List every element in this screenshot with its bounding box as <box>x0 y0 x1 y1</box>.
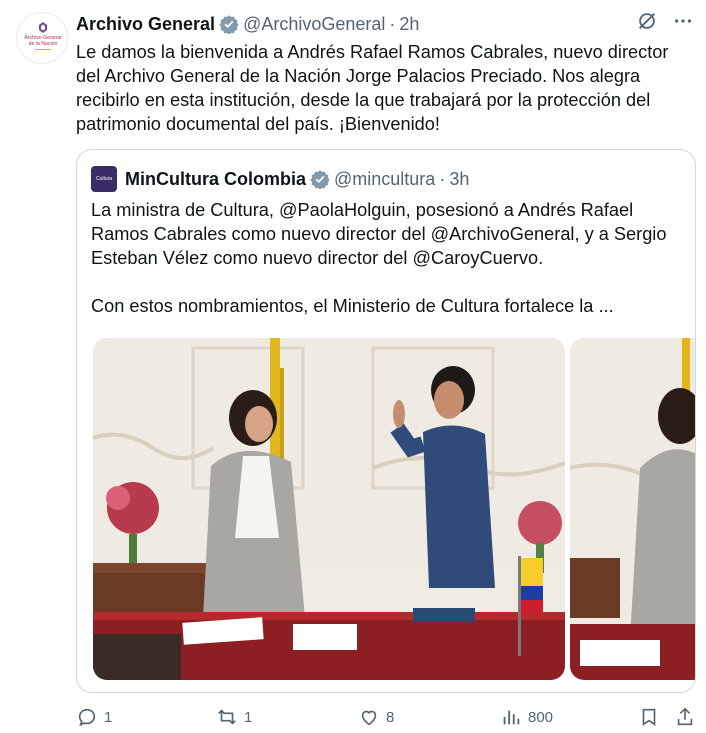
header-icons <box>636 10 694 32</box>
grok-icon[interactable] <box>636 10 658 32</box>
author-handle[interactable]: @ArchivoGeneral <box>243 14 385 35</box>
reply-icon <box>78 708 96 727</box>
author-avatar[interactable]: Archivo General de la Nación <box>16 12 68 64</box>
views-chart-icon <box>503 710 520 725</box>
quoted-header: Cultura MinCultura Colombia @mincultura … <box>91 166 469 192</box>
author-name[interactable]: Archivo General <box>76 14 215 35</box>
archivo-logo-icon: Archivo General de la Nación <box>24 22 62 50</box>
quoted-photo-main[interactable] <box>93 338 565 680</box>
tweet-text: Le damos la bienvenida a Andrés Rafael R… <box>76 42 669 134</box>
quoted-paragraph-2: Con estos nombramientos, el Ministerio d… <box>91 296 614 316</box>
reply-button[interactable]: 1 <box>76 706 112 728</box>
quoted-verified-badge-icon <box>310 170 330 189</box>
heart-icon <box>361 710 377 726</box>
share-button[interactable] <box>674 706 696 728</box>
like-button[interactable]: 8 <box>358 706 394 728</box>
quoted-tweet[interactable]: Cultura MinCultura Colombia @mincultura … <box>76 149 696 693</box>
repost-icon <box>218 709 236 725</box>
quoted-paragraph-1: La ministra de Cultura, @PaolaHolguin, p… <box>91 200 667 268</box>
tweet[interactable]: Archivo General de la Nación Archivo Gen… <box>0 0 706 733</box>
views-count: 800 <box>528 708 554 726</box>
swearing-in-photo <box>93 338 565 680</box>
verified-badge-icon <box>219 15 239 34</box>
views-button[interactable]: 800 <box>500 706 553 728</box>
tweet-time[interactable]: 2h <box>399 14 419 35</box>
share-icon <box>677 707 693 726</box>
reply-count: 1 <box>104 708 113 726</box>
quoted-time[interactable]: 3h <box>449 169 469 190</box>
tweet-header: Archivo General @ArchivoGeneral · 2h <box>76 12 694 36</box>
bookmark-button[interactable] <box>638 706 660 728</box>
quoted-separator-dot: · <box>439 168 446 189</box>
more-options-icon[interactable] <box>672 10 694 32</box>
quoted-avatar[interactable]: Cultura <box>91 166 117 192</box>
quoted-avatar-label: Cultura <box>95 176 113 182</box>
separator-dot: · <box>389 13 396 34</box>
quoted-text: La ministra de Cultura, @PaolaHolguin, p… <box>91 198 687 342</box>
quoted-photo-secondary[interactable] <box>570 338 695 680</box>
svg-text:de la Nación: de la Nación <box>29 41 58 47</box>
secondary-photo <box>570 338 695 680</box>
repost-button[interactable]: 1 <box>216 706 252 728</box>
bookmark-icon <box>642 708 656 726</box>
action-bar: 1 1 8 800 <box>76 706 696 730</box>
quoted-photos <box>93 338 695 680</box>
quoted-author-handle[interactable]: @mincultura <box>334 169 435 190</box>
repost-count: 1 <box>244 708 253 726</box>
quoted-author-name[interactable]: MinCultura Colombia <box>125 169 306 190</box>
like-count: 8 <box>386 708 395 726</box>
